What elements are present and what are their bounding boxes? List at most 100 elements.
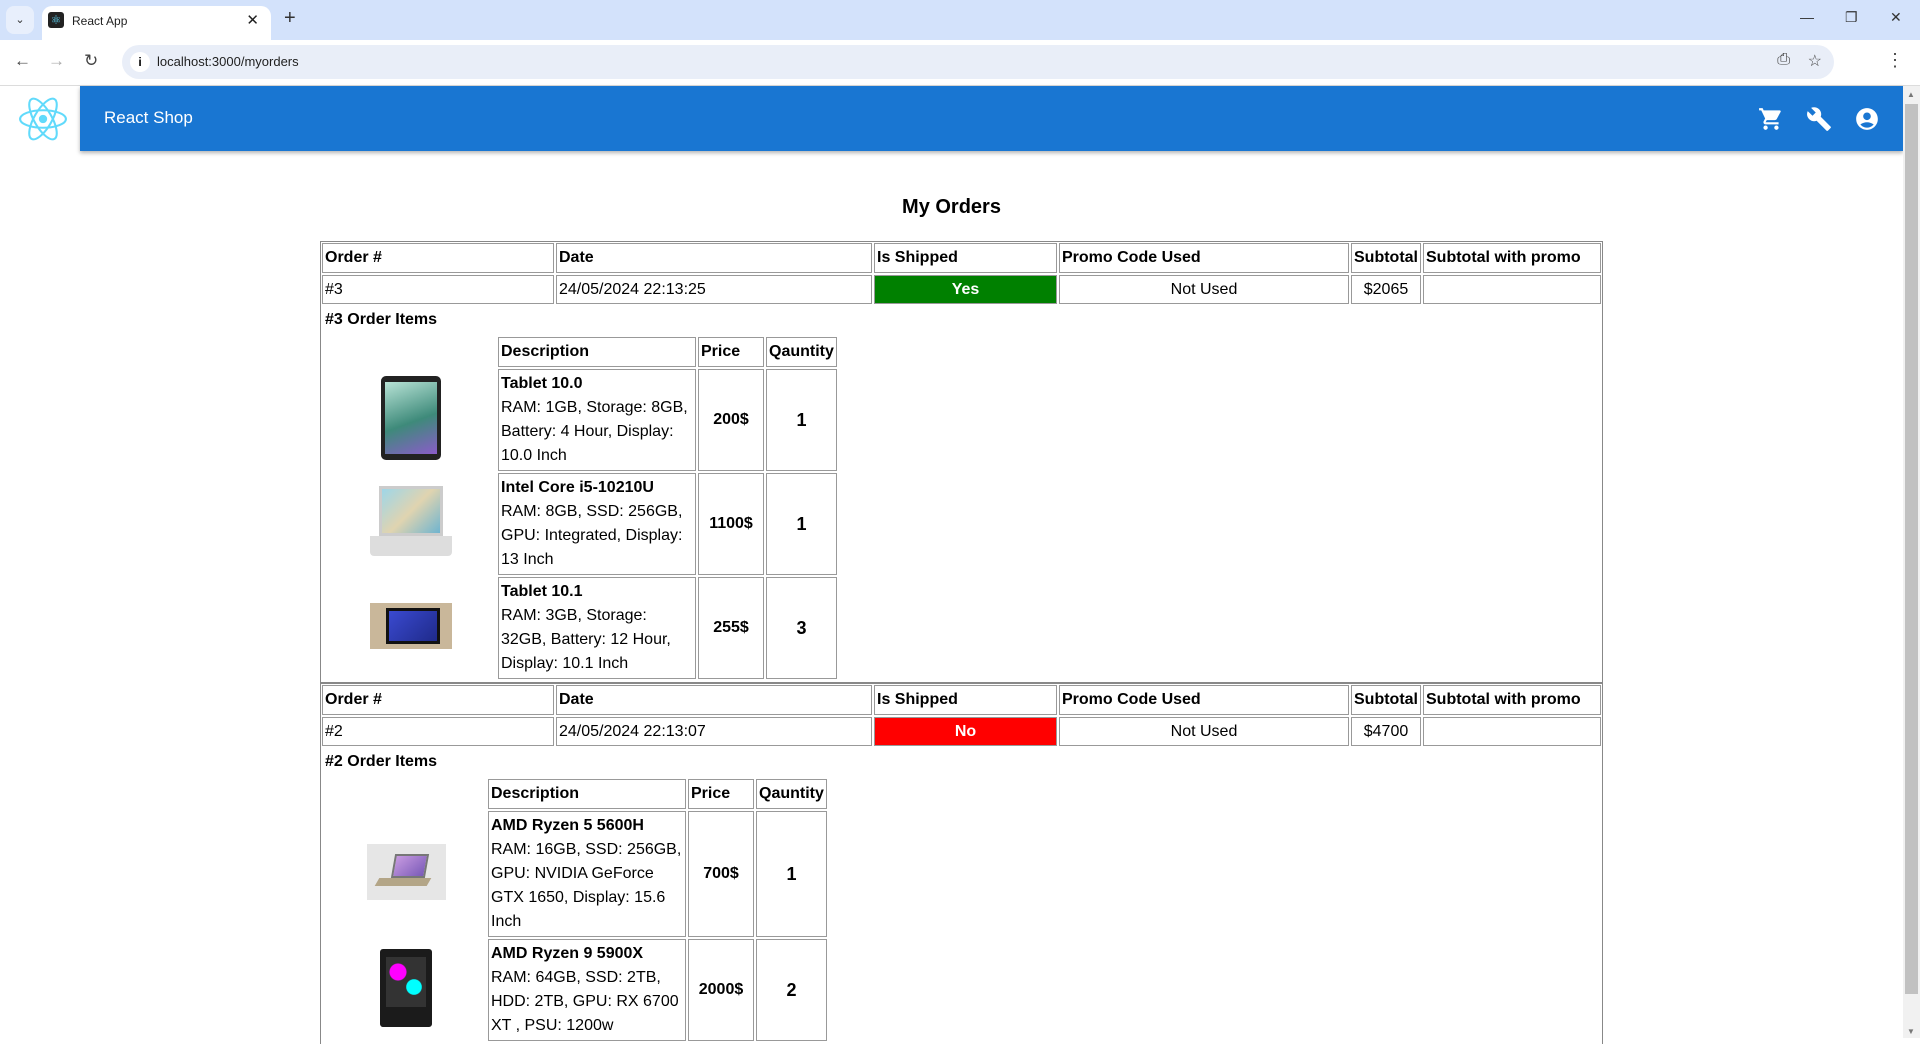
subtotal: $4700 [1351, 717, 1421, 746]
item-price: 1100$ [698, 473, 764, 575]
subtotal-with-promo [1423, 275, 1601, 304]
browser-tab-bar: ⌄ ⚛ React App ✕ + — ❐ ✕ [0, 0, 1920, 40]
close-window-button[interactable]: ✕ [1890, 9, 1902, 26]
header-is-shipped: Is Shipped [874, 685, 1057, 715]
item-price: 700$ [688, 811, 754, 937]
scrollbar-thumb[interactable] [1905, 104, 1918, 994]
close-tab-icon[interactable]: ✕ [246, 11, 259, 29]
image-header [326, 779, 486, 809]
order-table: Order # Date Is Shipped Promo Code Used … [320, 683, 1603, 748]
react-logo-icon[interactable] [18, 96, 68, 142]
account-circle-icon[interactable] [1854, 106, 1880, 132]
item-name: Intel Core i5-10210U [501, 479, 654, 496]
item-details: RAM: 1GB, Storage: 8GB, Battery: 4 Hour,… [501, 399, 688, 464]
product-image-tablet[interactable] [381, 375, 441, 460]
header-quantity: Qauntity [756, 779, 827, 809]
header-description: Description [498, 337, 696, 367]
order-items-title: #2 Order Items [325, 753, 438, 770]
promo-status: Not Used [1059, 275, 1349, 304]
cart-icon[interactable] [1758, 106, 1784, 132]
order-date: 24/05/2024 22:13:07 [556, 717, 872, 746]
page-scrollbar[interactable]: ▲ ▼ [1903, 86, 1920, 1038]
order-row: #3 24/05/2024 22:13:25 Yes Not Used $206… [322, 275, 1601, 304]
brand-title[interactable]: React Shop [104, 108, 193, 128]
item-row: Tablet 10.0 RAM: 1GB, Storage: 8GB, Batte… [326, 369, 837, 471]
item-quantity: 1 [766, 369, 837, 471]
item-row: AMD Ryzen 5 5600H RAM: 16GB, SSD: 256GB, … [326, 811, 827, 937]
item-row: Intel Core i5-10210U RAM: 8GB, SSD: 256GB… [326, 473, 837, 575]
product-image-desktop-pc[interactable] [380, 948, 432, 1027]
header-date: Date [556, 243, 872, 273]
item-price: 2000$ [688, 939, 754, 1041]
wrench-icon[interactable] [1806, 106, 1832, 132]
scroll-down-icon[interactable]: ▼ [1907, 1027, 1915, 1036]
minimize-button[interactable]: — [1800, 9, 1814, 25]
item-name: AMD Ryzen 5 5600H [491, 817, 644, 834]
item-row: Tablet 10.1 RAM: 3GB, Storage: 32GB, Batt… [326, 577, 837, 679]
order-row: #2 24/05/2024 22:13:07 No Not Used $4700 [322, 717, 1601, 746]
item-name: AMD Ryzen 9 5900X [491, 945, 644, 962]
product-image-laptop[interactable] [370, 485, 452, 558]
order-number: #3 [322, 275, 554, 304]
bookmark-star-icon[interactable]: ☆ [1808, 51, 1822, 71]
restore-button[interactable]: ❐ [1845, 9, 1858, 26]
react-favicon-icon: ⚛ [48, 12, 64, 28]
order-date: 24/05/2024 22:13:25 [556, 275, 872, 304]
page-title: My Orders [902, 196, 1001, 218]
new-tab-button[interactable]: + [284, 7, 296, 30]
order-items-table: Description Price Qauntity AMD Ryzen 5 5… [324, 777, 829, 1043]
header-quantity: Qauntity [766, 337, 837, 367]
address-bar[interactable]: i localhost:3000/myorders ⎙ ☆ [122, 45, 1834, 79]
orders-list: Order # Date Is Shipped Promo Code Used … [320, 241, 1603, 1044]
item-quantity: 1 [766, 473, 837, 575]
header-promo: Promo Code Used [1059, 243, 1349, 273]
header-order-number: Order # [322, 685, 554, 715]
order-block: Order # Date Is Shipped Promo Code Used … [320, 241, 1603, 682]
tab-title: React App [72, 14, 128, 28]
item-quantity: 1 [756, 811, 827, 937]
item-details: RAM: 3GB, Storage: 32GB, Battery: 12 Hou… [501, 607, 671, 672]
item-details: RAM: 8GB, SSD: 256GB, GPU: Integrated, D… [501, 503, 683, 568]
header-subtotal-promo: Subtotal with promo [1423, 243, 1601, 273]
url-text[interactable]: localhost:3000/myorders [157, 54, 299, 69]
items-header-row: Description Price Qauntity [326, 779, 827, 809]
item-details: RAM: 64GB, SSD: 2TB, HDD: 2TB, GPU: RX 6… [491, 969, 679, 1034]
tab-search-button[interactable]: ⌄ [6, 6, 34, 34]
reload-icon[interactable]: ↻ [84, 51, 98, 71]
forward-icon[interactable]: → [48, 51, 65, 71]
browser-menu-icon[interactable]: ⋮ [1886, 50, 1904, 71]
header-price: Price [688, 779, 754, 809]
app-bar: React Shop [80, 86, 1903, 151]
header-subtotal: Subtotal [1351, 685, 1421, 715]
item-row: AMD Ryzen 9 5900X RAM: 64GB, SSD: 2TB, HD… [326, 939, 827, 1041]
promo-status: Not Used [1059, 717, 1349, 746]
item-price: 200$ [698, 369, 764, 471]
items-header-row: Description Price Qauntity [326, 337, 837, 367]
shipped-badge: Yes [874, 275, 1057, 304]
order-header-row: Order # Date Is Shipped Promo Code Used … [322, 243, 1601, 273]
install-app-icon[interactable]: ⎙ [1777, 51, 1790, 69]
item-price: 255$ [698, 577, 764, 679]
item-name: Tablet 10.1 [501, 583, 583, 600]
address-bar-row: ← → ↻ i localhost:3000/myorders ⎙ ☆ ⋮ [0, 40, 1920, 86]
order-header-row: Order # Date Is Shipped Promo Code Used … [322, 685, 1601, 715]
browser-tab[interactable]: ⚛ React App ✕ [42, 6, 271, 40]
product-image-tablet[interactable] [370, 602, 452, 649]
subtotal-with-promo [1423, 717, 1601, 746]
shipped-badge: No [874, 717, 1057, 746]
order-items-title: #3 Order Items [325, 311, 438, 328]
site-info-icon[interactable]: i [130, 52, 150, 72]
scroll-up-icon[interactable]: ▲ [1907, 90, 1915, 99]
order-block: Order # Date Is Shipped Promo Code Used … [320, 682, 1603, 1044]
product-image-laptop[interactable] [366, 843, 446, 900]
header-subtotal: Subtotal [1351, 243, 1421, 273]
header-price: Price [698, 337, 764, 367]
header-order-number: Order # [322, 243, 554, 273]
order-items-table: Description Price Qauntity Tablet 10.0 RA… [324, 335, 839, 681]
back-icon[interactable]: ← [14, 51, 31, 71]
image-header [326, 337, 496, 367]
item-name: Tablet 10.0 [501, 375, 583, 392]
item-details: RAM: 16GB, SSD: 256GB, GPU: NVIDIA GeFor… [491, 841, 682, 930]
order-number: #2 [322, 717, 554, 746]
item-quantity: 3 [766, 577, 837, 679]
